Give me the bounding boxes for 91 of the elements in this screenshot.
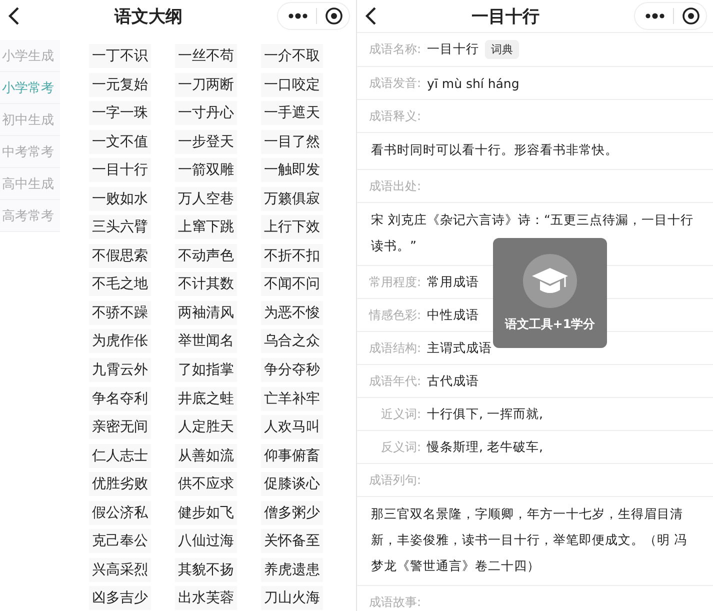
field-label: 成语年代: (369, 372, 422, 390)
idiom-item[interactable]: 一介不取 (261, 44, 323, 68)
idiom-item[interactable]: 一目十行 (89, 158, 151, 182)
idiom-item[interactable]: 假公济私 (89, 500, 151, 525)
dictionary-tag[interactable]: 词典 (485, 40, 520, 59)
idiom-item[interactable]: 一丝不苟 (175, 44, 237, 68)
idiom-item[interactable]: 从善如流 (175, 444, 237, 468)
idiom-item[interactable]: 不毛之地 (89, 272, 151, 296)
field-value: 常用成语 (427, 274, 480, 290)
idiom-item[interactable]: 万人空巷 (175, 186, 237, 211)
idiom-item[interactable]: 不骄不躁 (89, 300, 151, 325)
idiom-item[interactable]: 为恶不悛 (261, 300, 323, 325)
field-value: 古代成语 (427, 372, 480, 390)
field-label: 成语发音: (369, 74, 422, 92)
idiom-item[interactable]: 一元复始 (89, 72, 151, 97)
field-value: yī mù shí háng (427, 76, 520, 90)
idiom-item[interactable]: 不折不扣 (261, 244, 323, 268)
idiom-item[interactable]: 八仙过海 (175, 529, 237, 554)
idiom-item[interactable]: 三头六臂 (89, 215, 151, 240)
idiom-item[interactable]: 一字一珠 (89, 101, 151, 126)
idiom-item[interactable]: 出水芙蓉 (175, 586, 237, 610)
idiom-item[interactable]: 九霄云外 (89, 358, 151, 382)
page-title: 一目十行 (472, 6, 540, 28)
field-label: 成语出处: (369, 178, 422, 194)
more-icon[interactable] (288, 13, 308, 19)
page-title: 语文大纲 (114, 6, 182, 28)
idiom-item[interactable]: 一目了然 (261, 130, 323, 154)
idiom-item[interactable]: 关怀备至 (261, 529, 323, 554)
field-value: 一目十行 (427, 41, 480, 58)
field-value: 中性成语 (427, 306, 480, 324)
idiom-item[interactable]: 养虎遗患 (261, 558, 323, 582)
idiom-item[interactable]: 刀山火海 (261, 586, 323, 610)
idiom-item[interactable]: 凶多吉少 (89, 586, 151, 610)
idiom-item[interactable]: 供不应求 (175, 472, 237, 496)
idiom-item[interactable]: 一丁不识 (89, 44, 151, 68)
idiom-item[interactable]: 其貌不扬 (175, 558, 237, 582)
idiom-item[interactable]: 仁人志士 (89, 444, 151, 468)
field-label: 成语名称: (369, 41, 422, 58)
back-icon[interactable] (8, 6, 20, 26)
field-text: 看书时同时可以看十行。形容看书非常快。 (357, 133, 713, 170)
idiom-item[interactable]: 争名夺利 (89, 386, 151, 411)
idiom-item[interactable]: 不动声色 (175, 244, 237, 268)
idiom-item[interactable]: 一寸丹心 (175, 101, 237, 126)
field-text: 那三官双名景隆，字顺卿，年方一十七岁，生得眉目清新，丰姿俊雅，读书一目十行，举笔即便成文。（明 冯梦龙《警世通言》卷二十四） (357, 497, 713, 586)
idiom-item[interactable]: 健步如飞 (175, 500, 237, 525)
idiom-item[interactable]: 一口咬定 (261, 72, 323, 97)
idiom-item[interactable]: 乌合之众 (261, 329, 323, 354)
idiom-item[interactable]: 一步登天 (175, 130, 237, 154)
idiom-item[interactable]: 一手遮天 (261, 101, 323, 126)
back-icon[interactable] (365, 6, 377, 26)
idiom-item[interactable]: 上行下效 (261, 215, 323, 240)
idiom-item[interactable]: 了如指掌 (175, 358, 237, 382)
idiom-item[interactable]: 优胜劣败 (89, 472, 151, 496)
field-label: 成语结构: (369, 340, 422, 356)
idiom-item[interactable]: 一文不值 (89, 130, 151, 154)
idiom-item[interactable]: 人欢马叫 (261, 415, 323, 440)
idiom-item[interactable]: 人定胜天 (175, 415, 237, 440)
idiom-item[interactable]: 举世闻名 (175, 329, 237, 354)
more-icon[interactable] (645, 13, 665, 19)
field-value: 慢条斯理, 老牛破车, (427, 438, 543, 456)
idiom-item[interactable]: 不计其数 (175, 272, 237, 296)
field-label: 近义词: (381, 406, 422, 422)
idiom-item[interactable]: 万籁俱寂 (261, 186, 323, 211)
field-label: 常用程度: (369, 274, 422, 290)
idiom-item[interactable]: 上窜下跳 (175, 215, 237, 240)
idiom-item[interactable]: 不闻不问 (261, 272, 323, 296)
field-label: 反义词: (381, 438, 422, 456)
toast-text: 语文工具+1学分 (504, 316, 596, 332)
idiom-item[interactable]: 不假思索 (89, 244, 151, 268)
idiom-item[interactable]: 井底之蛙 (175, 386, 237, 411)
idiom-item[interactable]: 促膝谈心 (261, 472, 323, 496)
idiom-item[interactable]: 克己奉公 (89, 529, 151, 554)
field-label: 情感色彩: (369, 306, 422, 324)
idiom-item[interactable]: 亡羊补牢 (261, 386, 323, 411)
idiom-item[interactable]: 一触即发 (261, 158, 323, 182)
idiom-item[interactable]: 仰事俯畜 (261, 444, 323, 468)
idiom-item[interactable]: 两袖清风 (175, 300, 237, 325)
idiom-item[interactable]: 争分夺秒 (261, 358, 323, 382)
idiom-item[interactable]: 兴高采烈 (89, 558, 151, 582)
field-value: 十行俱下, 一挥而就, (427, 406, 543, 422)
idiom-item[interactable]: 一箭双雕 (175, 158, 237, 182)
graduation-cap-icon (523, 254, 577, 308)
idiom-item[interactable]: 僧多粥少 (261, 500, 323, 525)
field-value: 主谓式成语 (427, 340, 492, 356)
idiom-item[interactable]: 为虎作伥 (89, 329, 151, 354)
idiom-item[interactable]: 一刀两断 (175, 72, 237, 97)
idiom-item[interactable]: 一败如水 (89, 186, 151, 211)
field-label: 成语列句: (369, 472, 422, 488)
idiom-item[interactable]: 亲密无间 (89, 415, 151, 440)
field-label: 成语释义: (369, 108, 422, 124)
field-label: 成语故事: (369, 594, 422, 610)
